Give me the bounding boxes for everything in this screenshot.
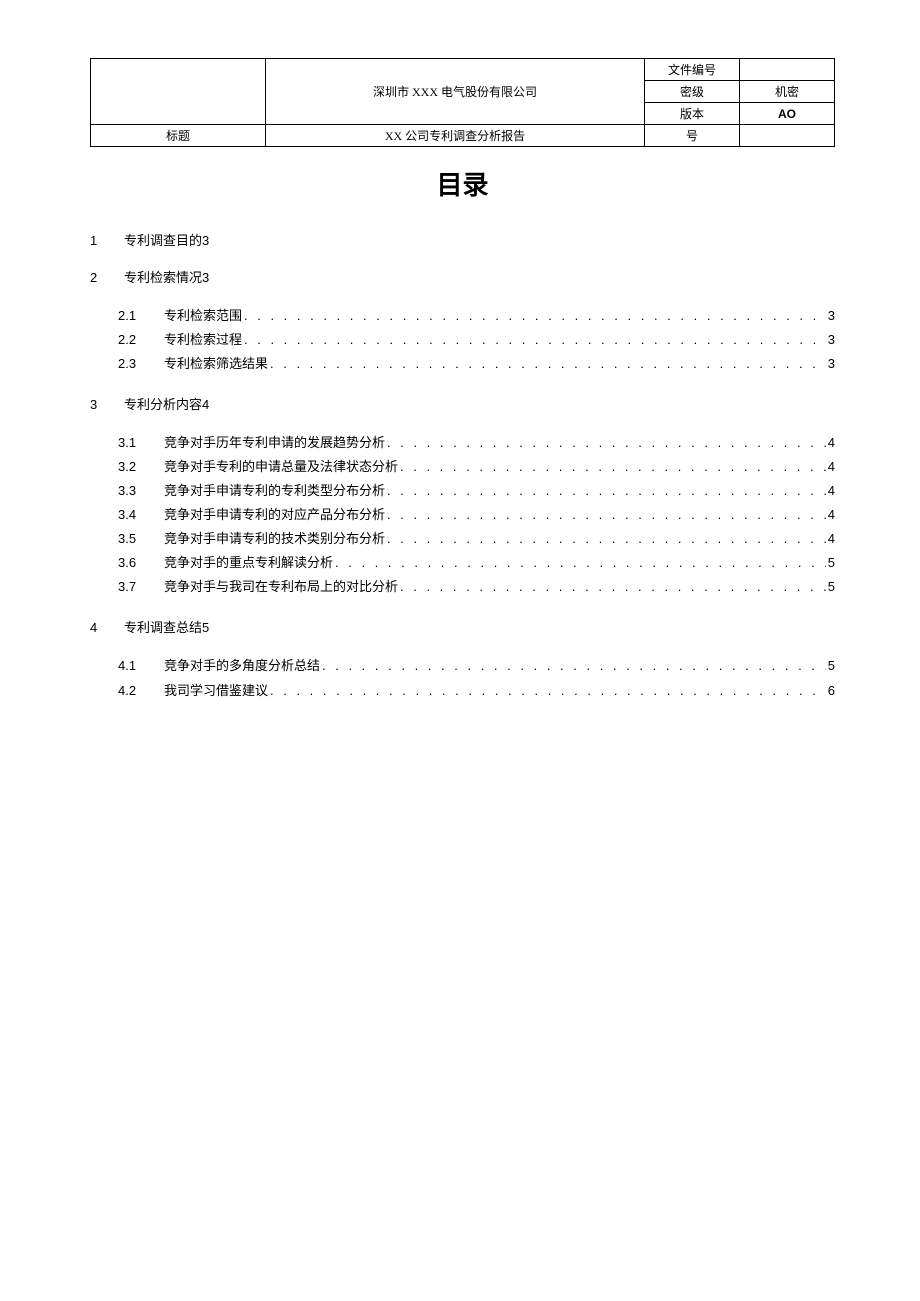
toc-sub-item: 3.2竞争对手专利的申请总量及法律状态分析. . . . . . . . . .… (118, 455, 835, 479)
header-secrecy-value: 机密 (740, 81, 835, 103)
toc-sub-item: 3.3竞争对手申请专利的专利类型分布分析. . . . . . . . . . … (118, 479, 835, 503)
toc-sub-title: 竞争对手申请专利的专利类型分布分析 (164, 479, 385, 503)
toc-section-number: 2 (90, 270, 124, 285)
toc-sub-title: 竞争对手历年专利申请的发展趋势分析 (164, 431, 385, 455)
toc-leader-dots: . . . . . . . . . . . . . . . . . . . . … (385, 479, 826, 503)
toc-sub-number: 4.2 (118, 679, 164, 703)
toc-leader-dots: . . . . . . . . . . . . . . . . . . . . … (333, 551, 826, 575)
toc-section-title: 专利调查总结 (124, 617, 202, 636)
document-header-table: 深圳市 XXX 电气股份有限公司 文件编号 密级 机密 版本 AO 标题 XX … (90, 58, 835, 147)
toc-sub-group: 4.1竞争对手的多角度分析总结. . . . . . . . . . . . .… (90, 654, 835, 702)
toc-sub-page: 5 (826, 551, 835, 575)
toc-sub-item: 3.7竞争对手与我司在专利布局上的对比分析. . . . . . . . . .… (118, 575, 835, 599)
toc-section-page: 3 (202, 270, 209, 285)
toc-sub-item: 3.1竞争对手历年专利申请的发展趋势分析. . . . . . . . . . … (118, 431, 835, 455)
toc-sub-page: 3 (826, 352, 835, 376)
toc-sub-number: 2.3 (118, 352, 164, 376)
toc-sub-page: 4 (826, 455, 835, 479)
toc-leader-dots: . . . . . . . . . . . . . . . . . . . . … (320, 654, 826, 678)
toc-sub-item: 3.6竞争对手的重点专利解读分析. . . . . . . . . . . . … (118, 551, 835, 575)
toc-sub-group: 3.1竞争对手历年专利申请的发展趋势分析. . . . . . . . . . … (90, 431, 835, 599)
toc-sub-title: 我司学习借鉴建议 (164, 679, 268, 703)
toc-sub-title: 竞争对手申请专利的技术类别分布分析 (164, 527, 385, 551)
toc-sub-item: 4.2我司学习借鉴建议. . . . . . . . . . . . . . .… (118, 679, 835, 703)
toc-sub-title: 竞争对手申请专利的对应产品分布分析 (164, 503, 385, 527)
toc-sub-number: 3.4 (118, 503, 164, 527)
toc-sub-page: 4 (826, 503, 835, 527)
header-number-label: 号 (645, 125, 740, 147)
header-logo-cell (91, 59, 266, 125)
toc-sub-number: 3.7 (118, 575, 164, 599)
toc-sub-title: 专利检索范围 (164, 304, 242, 328)
toc-section-title: 专利调查目的 (124, 230, 202, 249)
toc-sub-number: 3.2 (118, 455, 164, 479)
toc-sub-page: 5 (826, 575, 835, 599)
toc-sub-page: 4 (826, 479, 835, 503)
toc-sub-title: 竞争对手与我司在专利布局上的对比分析 (164, 575, 398, 599)
toc-section-number: 4 (90, 620, 124, 635)
header-version-value: AO (740, 103, 835, 125)
toc-sub-item: 4.1竞争对手的多角度分析总结. . . . . . . . . . . . .… (118, 654, 835, 678)
toc-sub-page: 3 (826, 304, 835, 328)
header-secrecy-label: 密级 (645, 81, 740, 103)
toc-sub-page: 3 (826, 328, 835, 352)
toc-section-title: 专利检索情况 (124, 267, 202, 286)
toc-sub-item: 3.5竞争对手申请专利的技术类别分布分析. . . . . . . . . . … (118, 527, 835, 551)
toc-sub-page: 5 (826, 654, 835, 678)
toc-leader-dots: . . . . . . . . . . . . . . . . . . . . … (268, 352, 826, 376)
toc-sub-title: 专利检索过程 (164, 328, 242, 352)
toc-section: 3专利分析内容4 (90, 394, 835, 413)
toc-leader-dots: . . . . . . . . . . . . . . . . . . . . … (242, 328, 826, 352)
toc-body: 1专利调查目的32专利检索情况32.1专利检索范围. . . . . . . .… (90, 230, 835, 703)
toc-sub-item: 2.2专利检索过程. . . . . . . . . . . . . . . .… (118, 328, 835, 352)
toc-section-title: 专利分析内容 (124, 394, 202, 413)
toc-leader-dots: . . . . . . . . . . . . . . . . . . . . … (398, 575, 826, 599)
toc-sub-title: 竞争对手的多角度分析总结 (164, 654, 320, 678)
header-number-value (740, 125, 835, 147)
toc-sub-number: 3.3 (118, 479, 164, 503)
toc-section-page: 3 (202, 233, 209, 248)
toc-sub-title: 竞争对手专利的申请总量及法律状态分析 (164, 455, 398, 479)
toc-sub-number: 2.1 (118, 304, 164, 328)
toc-sub-title: 专利检索筛选结果 (164, 352, 268, 376)
toc-leader-dots: . . . . . . . . . . . . . . . . . . . . … (242, 304, 826, 328)
toc-sub-page: 4 (826, 431, 835, 455)
header-title-label: 标题 (91, 125, 266, 147)
toc-sub-page: 6 (826, 679, 835, 703)
toc-heading: 目录 (90, 165, 835, 202)
toc-sub-title: 竞争对手的重点专利解读分析 (164, 551, 333, 575)
toc-leader-dots: . . . . . . . . . . . . . . . . . . . . … (398, 455, 826, 479)
toc-section-page: 4 (202, 397, 209, 412)
toc-section-number: 3 (90, 397, 124, 412)
toc-sub-group: 2.1专利检索范围. . . . . . . . . . . . . . . .… (90, 304, 835, 376)
toc-section-page: 5 (202, 620, 209, 635)
header-company-cell: 深圳市 XXX 电气股份有限公司 (266, 59, 645, 125)
toc-leader-dots: . . . . . . . . . . . . . . . . . . . . … (385, 431, 826, 455)
header-version-label: 版本 (645, 103, 740, 125)
toc-sub-item: 3.4竞争对手申请专利的对应产品分布分析. . . . . . . . . . … (118, 503, 835, 527)
toc-section: 2专利检索情况3 (90, 267, 835, 286)
toc-sub-number: 3.1 (118, 431, 164, 455)
toc-leader-dots: . . . . . . . . . . . . . . . . . . . . … (385, 503, 826, 527)
toc-section: 4专利调查总结5 (90, 617, 835, 636)
header-docnum-value (740, 59, 835, 81)
toc-section-number: 1 (90, 233, 124, 248)
toc-sub-page: 4 (826, 527, 835, 551)
toc-sub-number: 3.5 (118, 527, 164, 551)
toc-sub-number: 2.2 (118, 328, 164, 352)
toc-leader-dots: . . . . . . . . . . . . . . . . . . . . … (385, 527, 826, 551)
toc-section: 1专利调查目的3 (90, 230, 835, 249)
toc-sub-item: 2.1专利检索范围. . . . . . . . . . . . . . . .… (118, 304, 835, 328)
toc-sub-number: 3.6 (118, 551, 164, 575)
toc-sub-item: 2.3专利检索筛选结果. . . . . . . . . . . . . . .… (118, 352, 835, 376)
toc-sub-number: 4.1 (118, 654, 164, 678)
header-docnum-label: 文件编号 (645, 59, 740, 81)
header-title-value: XX 公司专利调查分析报告 (266, 125, 645, 147)
toc-leader-dots: . . . . . . . . . . . . . . . . . . . . … (268, 679, 826, 703)
